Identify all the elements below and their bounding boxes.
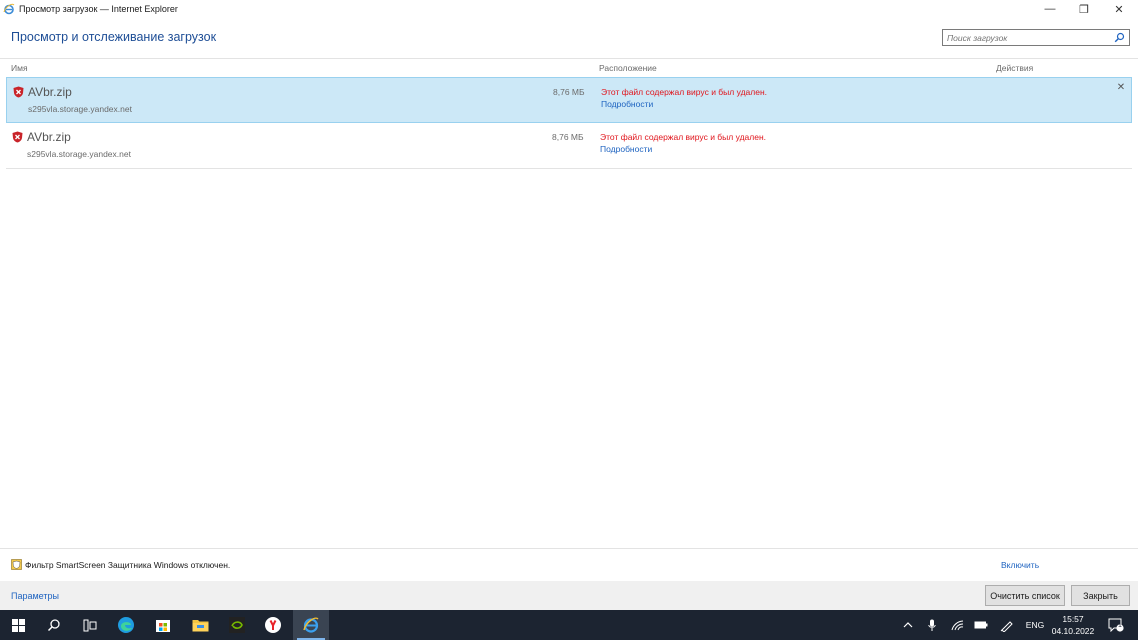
search-input[interactable] (947, 32, 1107, 43)
task-view-icon[interactable] (72, 610, 108, 640)
download-status: Этот файл содержал вирус и был удален. (600, 132, 766, 142)
wifi-icon[interactable] (948, 610, 966, 640)
store-icon[interactable] (145, 610, 181, 640)
virus-shield-icon (12, 131, 23, 143)
internet-explorer-icon (3, 3, 15, 15)
nvidia-icon[interactable] (219, 610, 255, 640)
clear-list-button[interactable]: Очистить список (985, 585, 1065, 606)
enable-smartscreen-link[interactable]: Включить (1001, 560, 1039, 570)
download-size: 8,76 МБ (552, 132, 584, 142)
options-link[interactable]: Параметры (11, 591, 59, 601)
microphone-icon[interactable] (924, 610, 940, 640)
network-pen-icon[interactable] (997, 610, 1015, 640)
yandex-browser-icon[interactable] (255, 610, 291, 640)
notification-center-icon[interactable]: 1 (1104, 610, 1128, 640)
edge-icon[interactable] (108, 610, 144, 640)
taskbar: ENG 15:57 04.10.2022 1 (0, 610, 1138, 640)
language-indicator[interactable]: ENG (1022, 610, 1048, 640)
download-host: s295vla.storage.yandex.net (28, 104, 132, 114)
smartscreen-divider (0, 548, 1138, 549)
show-hidden-icons-chevron-icon[interactable] (900, 610, 916, 640)
download-row[interactable]: AVbr.zip s295vla.storage.yandex.net 8,76… (6, 123, 1132, 169)
download-filename: AVbr.zip (28, 85, 72, 99)
title-bar: Просмотр загрузок — Internet Explorer (0, 0, 1138, 18)
download-size: 8,76 МБ (553, 87, 585, 97)
clock-time: 15:57 (1062, 614, 1084, 624)
search-box[interactable] (942, 29, 1130, 46)
minimize-button[interactable]: — (1032, 0, 1068, 18)
column-header-location[interactable]: Расположение (599, 63, 657, 73)
header-divider (0, 58, 1138, 59)
download-status: Этот файл содержал вирус и был удален. (601, 87, 767, 97)
clock-date: 04.10.2022 (1051, 626, 1095, 636)
virus-shield-icon (13, 86, 24, 98)
download-filename: AVbr.zip (27, 130, 71, 144)
file-explorer-icon[interactable] (182, 610, 218, 640)
details-link[interactable]: Подробности (601, 99, 653, 109)
search-icon[interactable] (36, 610, 72, 640)
clock[interactable]: 15:57 04.10.2022 (1048, 613, 1098, 637)
download-host: s295vla.storage.yandex.net (27, 149, 131, 159)
close-window-button[interactable]: ✕ (1101, 0, 1137, 18)
column-header-name[interactable]: Имя (11, 63, 28, 73)
close-button[interactable]: Закрыть (1071, 585, 1130, 606)
details-link[interactable]: Подробности (600, 144, 652, 154)
footer-bar: Параметры Очистить список Закрыть (0, 581, 1138, 610)
maximize-button[interactable]: ❐ (1066, 0, 1102, 18)
download-row[interactable]: AVbr.zip s295vla.storage.yandex.net 8,76… (6, 77, 1132, 123)
notification-count: 1 (1118, 622, 1122, 629)
windows-start-icon[interactable] (0, 610, 36, 640)
page-title: Просмотр и отслеживание загрузок (11, 30, 217, 44)
smartscreen-status: Фильтр SmartScreen Защитника Windows отк… (25, 560, 231, 570)
window-title: Просмотр загрузок — Internet Explorer (19, 4, 178, 14)
internet-explorer-taskbar-icon[interactable] (293, 610, 329, 640)
warning-shield-icon (11, 559, 22, 570)
search-icon[interactable] (1114, 32, 1125, 43)
battery-icon[interactable] (972, 610, 990, 640)
column-header-actions: Действия (996, 63, 1034, 73)
remove-download-button[interactable]: ✕ (1115, 81, 1127, 93)
